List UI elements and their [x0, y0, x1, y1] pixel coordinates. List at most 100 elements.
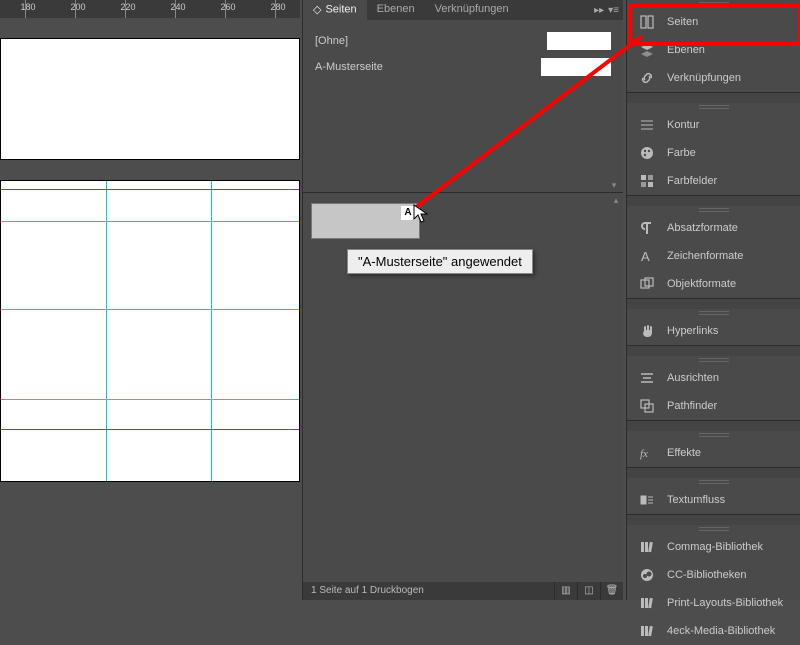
palette-icon [637, 145, 657, 161]
ruler-tick: 180 [25, 0, 26, 18]
dock-item-label: Ebenen [667, 44, 705, 56]
dock-separator [627, 298, 800, 309]
dock-item-label: Verknüpfungen [667, 72, 741, 84]
dock-grabber[interactable] [627, 206, 800, 214]
dock-item-farbe[interactable]: Farbe [627, 139, 800, 167]
dock-item-label: Effekte [667, 447, 701, 459]
char-icon: A [637, 248, 657, 264]
panel-dock: Seiten Ebenen Verknüpfungen KonturFarbe Farb… [626, 0, 800, 600]
cc-icon [637, 567, 657, 583]
dock-item-ebenen[interactable]: Ebenen [627, 36, 800, 64]
scroll-up-icon[interactable]: ▴ [611, 195, 621, 206]
lib-icon [637, 539, 657, 555]
dock-item-seiten[interactable]: Seiten [627, 8, 800, 36]
dock-item-commag[interactable]: Commag-Bibliothek [627, 533, 800, 561]
dock-grabber[interactable] [627, 0, 800, 8]
dock-separator [627, 92, 800, 103]
dock-item-farbfelder[interactable]: Farbfelder [627, 167, 800, 195]
tab-verknupfungen[interactable]: Verknüpfungen [425, 0, 519, 20]
master-page-row[interactable]: [Ohne] [315, 28, 611, 54]
dock-item-label: Absatzformate [667, 222, 738, 234]
dock-item-label: CC-Bibliotheken [667, 569, 746, 581]
ruler-tick: 260 [225, 0, 226, 18]
page-spread[interactable] [0, 180, 300, 482]
dock-item-label: Print-Layouts-Bibliothek [667, 597, 783, 609]
new-page-button[interactable]: ◫ [577, 582, 600, 600]
ruler-tick: 240 [175, 0, 176, 18]
dock-item-label: Ausrichten [667, 372, 719, 384]
obj-icon [637, 276, 657, 292]
status-btn-1[interactable]: ▥ [554, 582, 577, 600]
master-page-row[interactable]: A-Musterseite [315, 54, 611, 80]
dock-item-verknupf[interactable]: Verknüpfungen [627, 64, 800, 92]
guide-horizontal[interactable] [1, 221, 299, 222]
guide-horizontal[interactable] [1, 309, 299, 310]
dock-separator [627, 467, 800, 478]
dock-grabber[interactable] [627, 356, 800, 364]
pages-icon [637, 14, 657, 30]
svg-text:fx: fx [640, 448, 648, 460]
dock-item-ausrichten[interactable]: Ausrichten [627, 364, 800, 392]
panel-menu-icon[interactable]: ▾≡ [608, 5, 619, 16]
page-thumbnails-section[interactable]: A "A-Musterseite" angewendet ▴ [303, 192, 623, 582]
dock-item-printlay[interactable]: Print-Layouts-Bibliothek [627, 589, 800, 617]
ruler-tick: 280 [275, 0, 276, 18]
page-spread[interactable] [0, 38, 300, 160]
panel-tab-bar: ◇Seiten Ebenen Verknüpfungen ▸▸ ▾≡ [303, 0, 623, 20]
para-icon [637, 220, 657, 236]
dock-item-objekt[interactable]: Objektformate [627, 270, 800, 298]
panel-collapse-icon[interactable]: ▸▸ [594, 5, 604, 16]
ruler-tick: 220 [125, 0, 126, 18]
dock-separator [627, 420, 800, 431]
dock-item-hyper[interactable]: Hyperlinks [627, 317, 800, 345]
tab-label: Verknüpfungen [435, 3, 509, 15]
dock-separator [627, 195, 800, 206]
dock-item-label: 4eck-Media-Bibliothek [667, 625, 775, 637]
dock-item-label: Objektformate [667, 278, 736, 290]
guide-vertical[interactable] [106, 181, 107, 481]
drop-tooltip: "A-Musterseite" angewendet [347, 249, 533, 274]
dock-item-kontur[interactable]: Kontur [627, 111, 800, 139]
dock-item-4eck[interactable]: 4eck-Media-Bibliothek [627, 617, 800, 645]
dock-item-effekte[interactable]: fx Effekte [627, 439, 800, 467]
page-thumbnail[interactable]: A [311, 203, 420, 239]
delete-page-button[interactable]: 🗑 [600, 582, 623, 600]
master-page-label: A-Musterseite [315, 61, 541, 73]
dock-separator [627, 345, 800, 356]
guide-vertical[interactable] [211, 181, 212, 481]
master-page-label: [Ohne] [315, 35, 547, 47]
pathf-icon [637, 398, 657, 414]
dock-grabber[interactable] [627, 478, 800, 486]
tab-ebenen[interactable]: Ebenen [367, 0, 425, 20]
ruler-tick: 200 [75, 0, 76, 18]
dock-item-label: Hyperlinks [667, 325, 718, 337]
dock-item-absatz[interactable]: Absatzformate [627, 214, 800, 242]
dock-grabber[interactable] [627, 309, 800, 317]
dock-item-label: Seiten [667, 16, 698, 28]
master-page-thumbnail[interactable] [547, 32, 611, 50]
dock-grabber[interactable] [627, 525, 800, 533]
tab-label: Ebenen [377, 3, 415, 15]
dock-item-cclib[interactable]: CC-Bibliotheken [627, 561, 800, 589]
panel-status-bar: 1 Seite auf 1 Druckbogen ▥ ◫ 🗑 [303, 582, 623, 600]
swatches-icon [637, 173, 657, 189]
dock-item-label: Farbfelder [667, 175, 717, 187]
guide-horizontal[interactable] [1, 399, 299, 400]
document-canvas[interactable]: 180 200 220 240 260 280 [0, 0, 300, 600]
dock-grabber[interactable] [627, 431, 800, 439]
horizontal-ruler: 180 200 220 240 260 280 [0, 0, 300, 18]
dock-grabber[interactable] [627, 103, 800, 111]
master-pages-section: [Ohne] A-Musterseite [303, 20, 623, 80]
align-icon [637, 370, 657, 386]
tab-seiten[interactable]: ◇Seiten [303, 0, 367, 20]
tab-label: Seiten [325, 3, 356, 15]
lines-icon [637, 117, 657, 133]
dock-item-pathfinder[interactable]: Pathfinder [627, 392, 800, 420]
dock-item-textumfluss[interactable]: Textumfluss [627, 486, 800, 514]
lib-icon [637, 623, 657, 639]
master-page-thumbnail[interactable] [541, 58, 611, 76]
dock-item-label: Textumfluss [667, 494, 725, 506]
layers-icon [637, 42, 657, 58]
scroll-down-icon[interactable]: ▾ [609, 180, 619, 191]
dock-item-zeichen[interactable]: AZeichenformate [627, 242, 800, 270]
